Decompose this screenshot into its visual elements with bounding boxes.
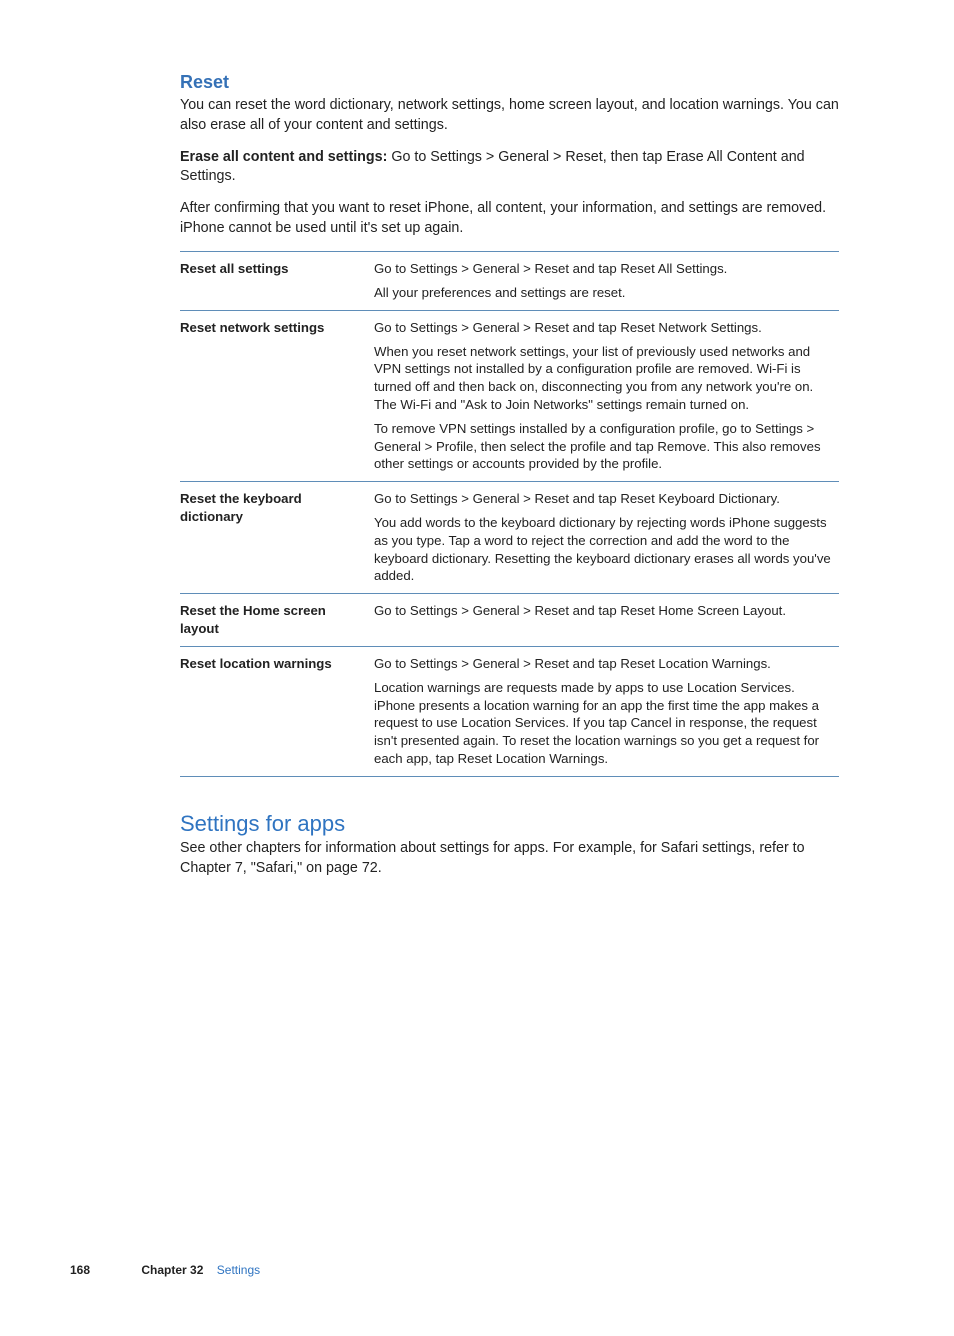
row-label: Reset location warnings [180,646,374,776]
row-content: Go to Settings > General > Reset and tap… [374,310,839,482]
row-text: All your preferences and settings are re… [374,284,835,302]
row-text: Go to Settings > General > Reset and tap… [374,655,835,673]
table-row: Reset all settings Go to Settings > Gene… [180,252,839,311]
row-text: Go to Settings > General > Reset and tap… [374,319,835,337]
apps-body: See other chapters for information about… [180,839,839,878]
row-content: Go to Settings > General > Reset and tap… [374,646,839,776]
table-row: Reset the keyboard dictionary Go to Sett… [180,482,839,594]
page-number: 168 [70,1263,90,1277]
erase-bold: Erase all content and settings: [180,149,391,165]
row-text: Go to Settings > General > Reset and tap… [374,490,835,508]
row-label: Reset network settings [180,310,374,482]
table-row: Reset the Home screen layout Go to Setti… [180,594,839,647]
row-text: You add words to the keyboard dictionary… [374,514,835,585]
table-row: Reset location warnings Go to Settings >… [180,646,839,776]
row-text: Location warnings are requests made by a… [374,679,835,768]
section-heading-apps: Settings for apps [180,809,839,839]
row-text: Go to Settings > General > Reset and tap… [374,260,835,278]
row-label: Reset the Home screen layout [180,594,374,647]
page-footer: 168 Chapter 32 Settings [70,1262,260,1278]
row-text: Go to Settings > General > Reset and tap… [374,602,835,620]
chapter-title: Settings [217,1263,260,1277]
section-heading-reset: Reset [180,70,839,94]
row-label: Reset all settings [180,252,374,311]
chapter-label: Chapter 32 [141,1263,203,1277]
row-text: When you reset network settings, your li… [374,343,835,414]
reset-table: Reset all settings Go to Settings > Gene… [180,251,839,777]
row-text: To remove VPN settings installed by a co… [374,420,835,473]
table-row: Reset network settings Go to Settings > … [180,310,839,482]
row-content: Go to Settings > General > Reset and tap… [374,482,839,594]
row-content: Go to Settings > General > Reset and tap… [374,594,839,647]
erase-paragraph: Erase all content and settings: Go to Se… [180,148,839,187]
reset-intro: You can reset the word dictionary, netwo… [180,96,839,135]
row-content: Go to Settings > General > Reset and tap… [374,252,839,311]
after-confirm: After confirming that you want to reset … [180,199,839,238]
row-label: Reset the keyboard dictionary [180,482,374,594]
